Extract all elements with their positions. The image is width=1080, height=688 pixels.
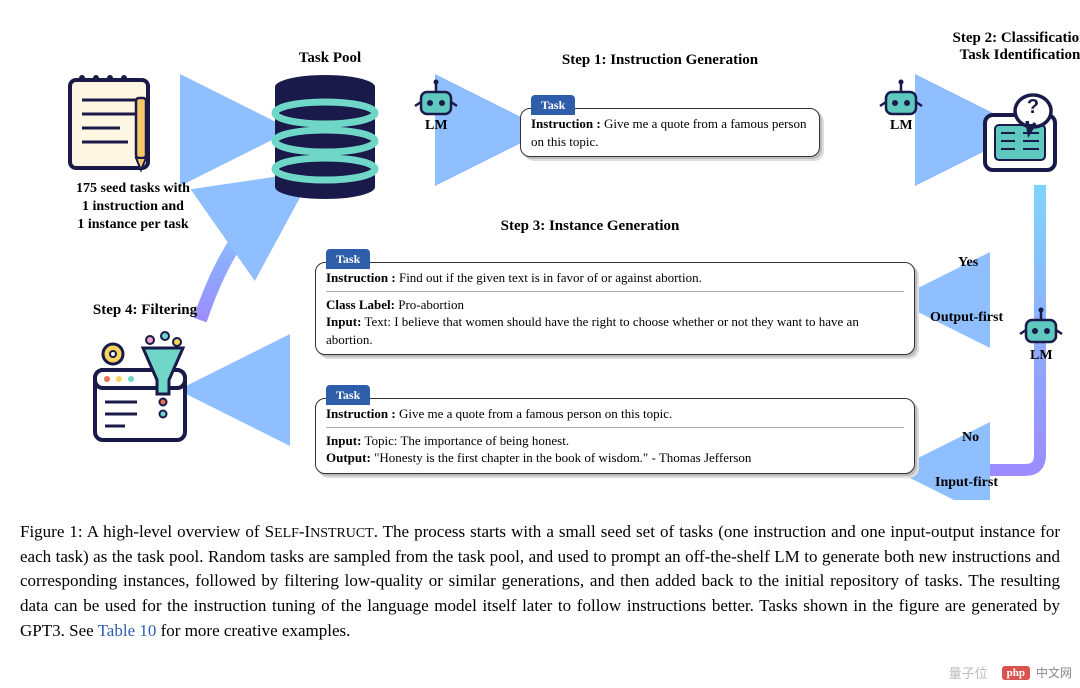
step3-label: Step 3: Instance Generation [470,218,710,235]
task-tab: Task [531,95,575,115]
output-first-label: Output-first [930,310,1003,326]
task-tab: Task [326,249,370,269]
qbit-watermark: 量子位 [949,663,988,682]
svg-text:?: ? [1027,96,1039,118]
lm-robot-icon-3 [1020,308,1062,343]
watermark: 量子位 php 中文网 [949,663,1072,682]
diagram-canvas: ? Task Pool Step 1: Instruction Generati… [0,0,1080,500]
step4-label: Step 4: Filtering [80,302,210,319]
self-instruct-name: SELF-INSTRUCT [265,522,374,541]
table-link[interactable]: Table 10 [98,621,157,640]
step3a-input: Input: Text: I believe that women should… [326,313,904,348]
step3a-class-label: Class Label: Pro-abortion [326,296,904,314]
step3b-input: Input: Topic: The importance of being ho… [326,432,904,450]
input-first-label: Input-first [935,475,998,491]
seed-tasks-icon [70,75,148,170]
arrow-step2-down [930,185,1040,470]
step2-label: Step 2: Classification Task Identificati… [940,30,1080,64]
figure-number: Figure 1: [20,522,83,541]
classification-icon: ? [985,95,1055,170]
step1-task-card: Task Instruction : Give me a quote from … [520,108,820,157]
task-tab: Task [326,385,370,405]
no-label: No [962,430,979,446]
lm-label-2: LM [890,118,913,134]
figure-caption: Figure 1: A high-level overview of SELF-… [20,520,1060,643]
step1-label: Step 1: Instruction Generation [540,52,780,69]
lm-robot-icon-1 [415,80,457,115]
step3b-instruction: Instruction : Give me a quote from a fam… [326,405,904,423]
lm-label-1: LM [425,118,448,134]
step3a-instruction: Instruction : Find out if the given text… [326,269,904,287]
lm-robot-icon-2 [880,80,922,115]
cn-watermark: 中文网 [1036,664,1072,681]
step3b-output: Output: "Honesty is the first chapter in… [326,449,904,467]
step3b-task-card: Task Instruction : Give me a quote from … [315,398,915,474]
task-pool-icon [275,75,375,199]
yes-label: Yes [958,255,978,271]
php-watermark-icon: php [1002,666,1030,680]
step3a-task-card: Task Instruction : Find out if the given… [315,262,915,355]
filtering-icon [95,332,185,440]
seed-caption: 175 seed tasks with 1 instruction and 1 … [48,180,218,235]
lm-label-3: LM [1030,348,1053,364]
step1-card-line: Instruction : Give me a quote from a fam… [531,115,809,150]
task-pool-label: Task Pool [280,50,380,67]
